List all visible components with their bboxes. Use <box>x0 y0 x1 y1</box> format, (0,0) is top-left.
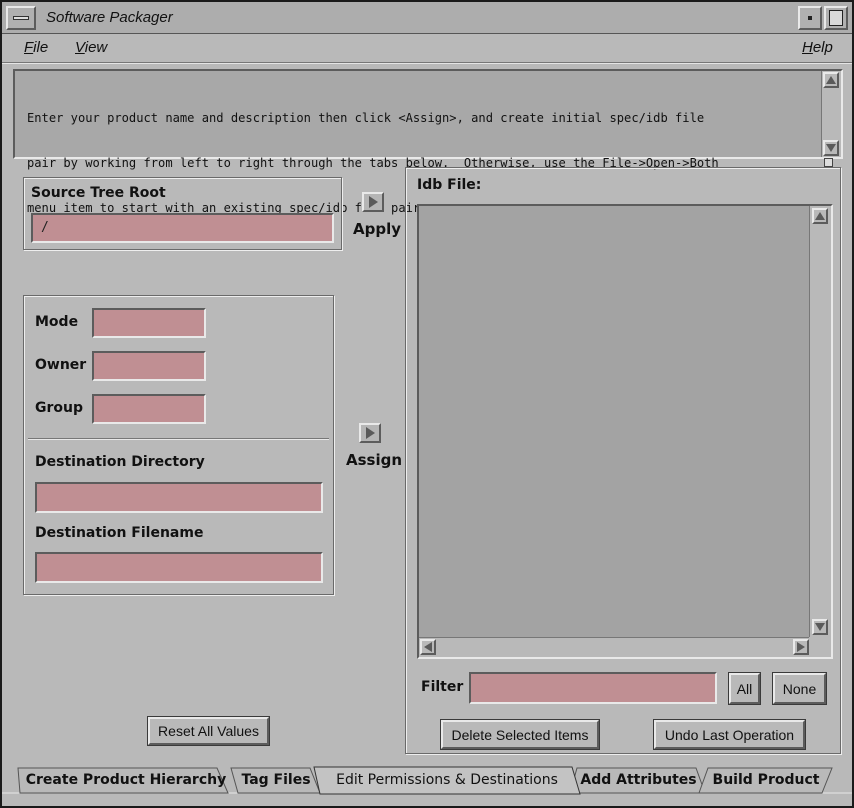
dest-dir-label: Destination Directory <box>35 454 205 470</box>
window-title: Software Packager <box>46 9 173 26</box>
none-button-frame: None <box>772 672 827 705</box>
tab-add-attributes[interactable]: Add Attributes <box>577 768 700 792</box>
tab-create-product-hierarchy[interactable]: Create Product Hierarchy <box>24 768 228 792</box>
permissions-frame: Mode Owner Group Destination Directory D… <box>23 295 334 595</box>
dest-dir-input[interactable] <box>35 482 323 513</box>
menu-help[interactable]: Help <box>802 39 833 56</box>
delete-selected-items-button[interactable]: Delete Selected Items <box>441 720 599 749</box>
menu-bar: File View Help <box>2 35 852 63</box>
source-tree-label: Source Tree Root <box>31 185 166 201</box>
scroll-right-icon[interactable] <box>793 639 809 655</box>
title-bar[interactable]: Software Packager <box>2 2 852 34</box>
reset-all-values-button[interactable]: Reset All Values <box>148 717 269 745</box>
dest-file-input[interactable] <box>35 552 323 583</box>
scroll-up-icon[interactable] <box>823 72 839 88</box>
all-button-frame: All <box>728 672 761 705</box>
apply-label[interactable]: Apply <box>353 220 401 238</box>
scroll-up-icon[interactable] <box>812 208 828 224</box>
menu-file[interactable]: File <box>24 39 48 56</box>
group-label: Group <box>35 400 84 416</box>
filter-label: Filter <box>421 679 464 695</box>
maximize-icon[interactable] <box>824 6 848 30</box>
idb-horizontal-scrollbar[interactable] <box>419 637 810 657</box>
scroll-down-icon[interactable] <box>823 140 839 156</box>
software-packager-window: Software Packager File View Help Enter y… <box>0 0 854 808</box>
owner-input[interactable] <box>92 351 206 381</box>
instructions-scrollbar[interactable] <box>821 71 841 157</box>
owner-label: Owner <box>35 357 87 373</box>
idb-file-frame: Idb File: Filter All None Delete Selecte… <box>405 167 841 754</box>
assign-label[interactable]: Assign <box>346 451 402 469</box>
tab-edit-permissions-destinations[interactable]: Edit Permissions & Destinations <box>320 768 574 792</box>
resize-grip-icon[interactable] <box>824 158 833 167</box>
tab-build-product[interactable]: Build Product <box>707 768 825 792</box>
menu-view[interactable]: View <box>75 39 107 56</box>
source-tree-input[interactable]: / <box>31 213 334 243</box>
scroll-left-icon[interactable] <box>420 639 436 655</box>
instructions-text-area[interactable]: Enter your product name and description … <box>13 69 843 215</box>
scroll-down-icon[interactable] <box>812 619 828 635</box>
scrollbar-corner <box>809 637 831 657</box>
delete-button-frame: Delete Selected Items <box>440 719 600 750</box>
group-input[interactable] <box>92 394 206 424</box>
window-menu-icon[interactable] <box>6 6 36 30</box>
idb-file-label: Idb File: <box>417 177 482 193</box>
assign-arrow-icon[interactable] <box>359 423 381 443</box>
none-button[interactable]: None <box>773 673 826 704</box>
reset-button-frame: Reset All Values <box>147 716 270 746</box>
permissions-separator <box>28 438 329 440</box>
all-button[interactable]: All <box>729 673 760 704</box>
dest-file-label: Destination Filename <box>35 525 204 541</box>
mode-input[interactable] <box>92 308 206 338</box>
undo-button-frame: Undo Last Operation <box>653 719 806 750</box>
apply-arrow-icon[interactable] <box>362 192 384 212</box>
minimize-icon[interactable] <box>798 6 822 30</box>
idb-vertical-scrollbar[interactable] <box>809 206 831 637</box>
source-tree-frame: Source Tree Root / <box>23 177 342 250</box>
filter-input[interactable] <box>469 672 717 704</box>
undo-last-operation-button[interactable]: Undo Last Operation <box>654 720 805 749</box>
tab-tag-files[interactable]: Tag Files <box>236 768 316 792</box>
idb-file-list[interactable] <box>417 204 833 659</box>
mode-label: Mode <box>35 314 79 330</box>
